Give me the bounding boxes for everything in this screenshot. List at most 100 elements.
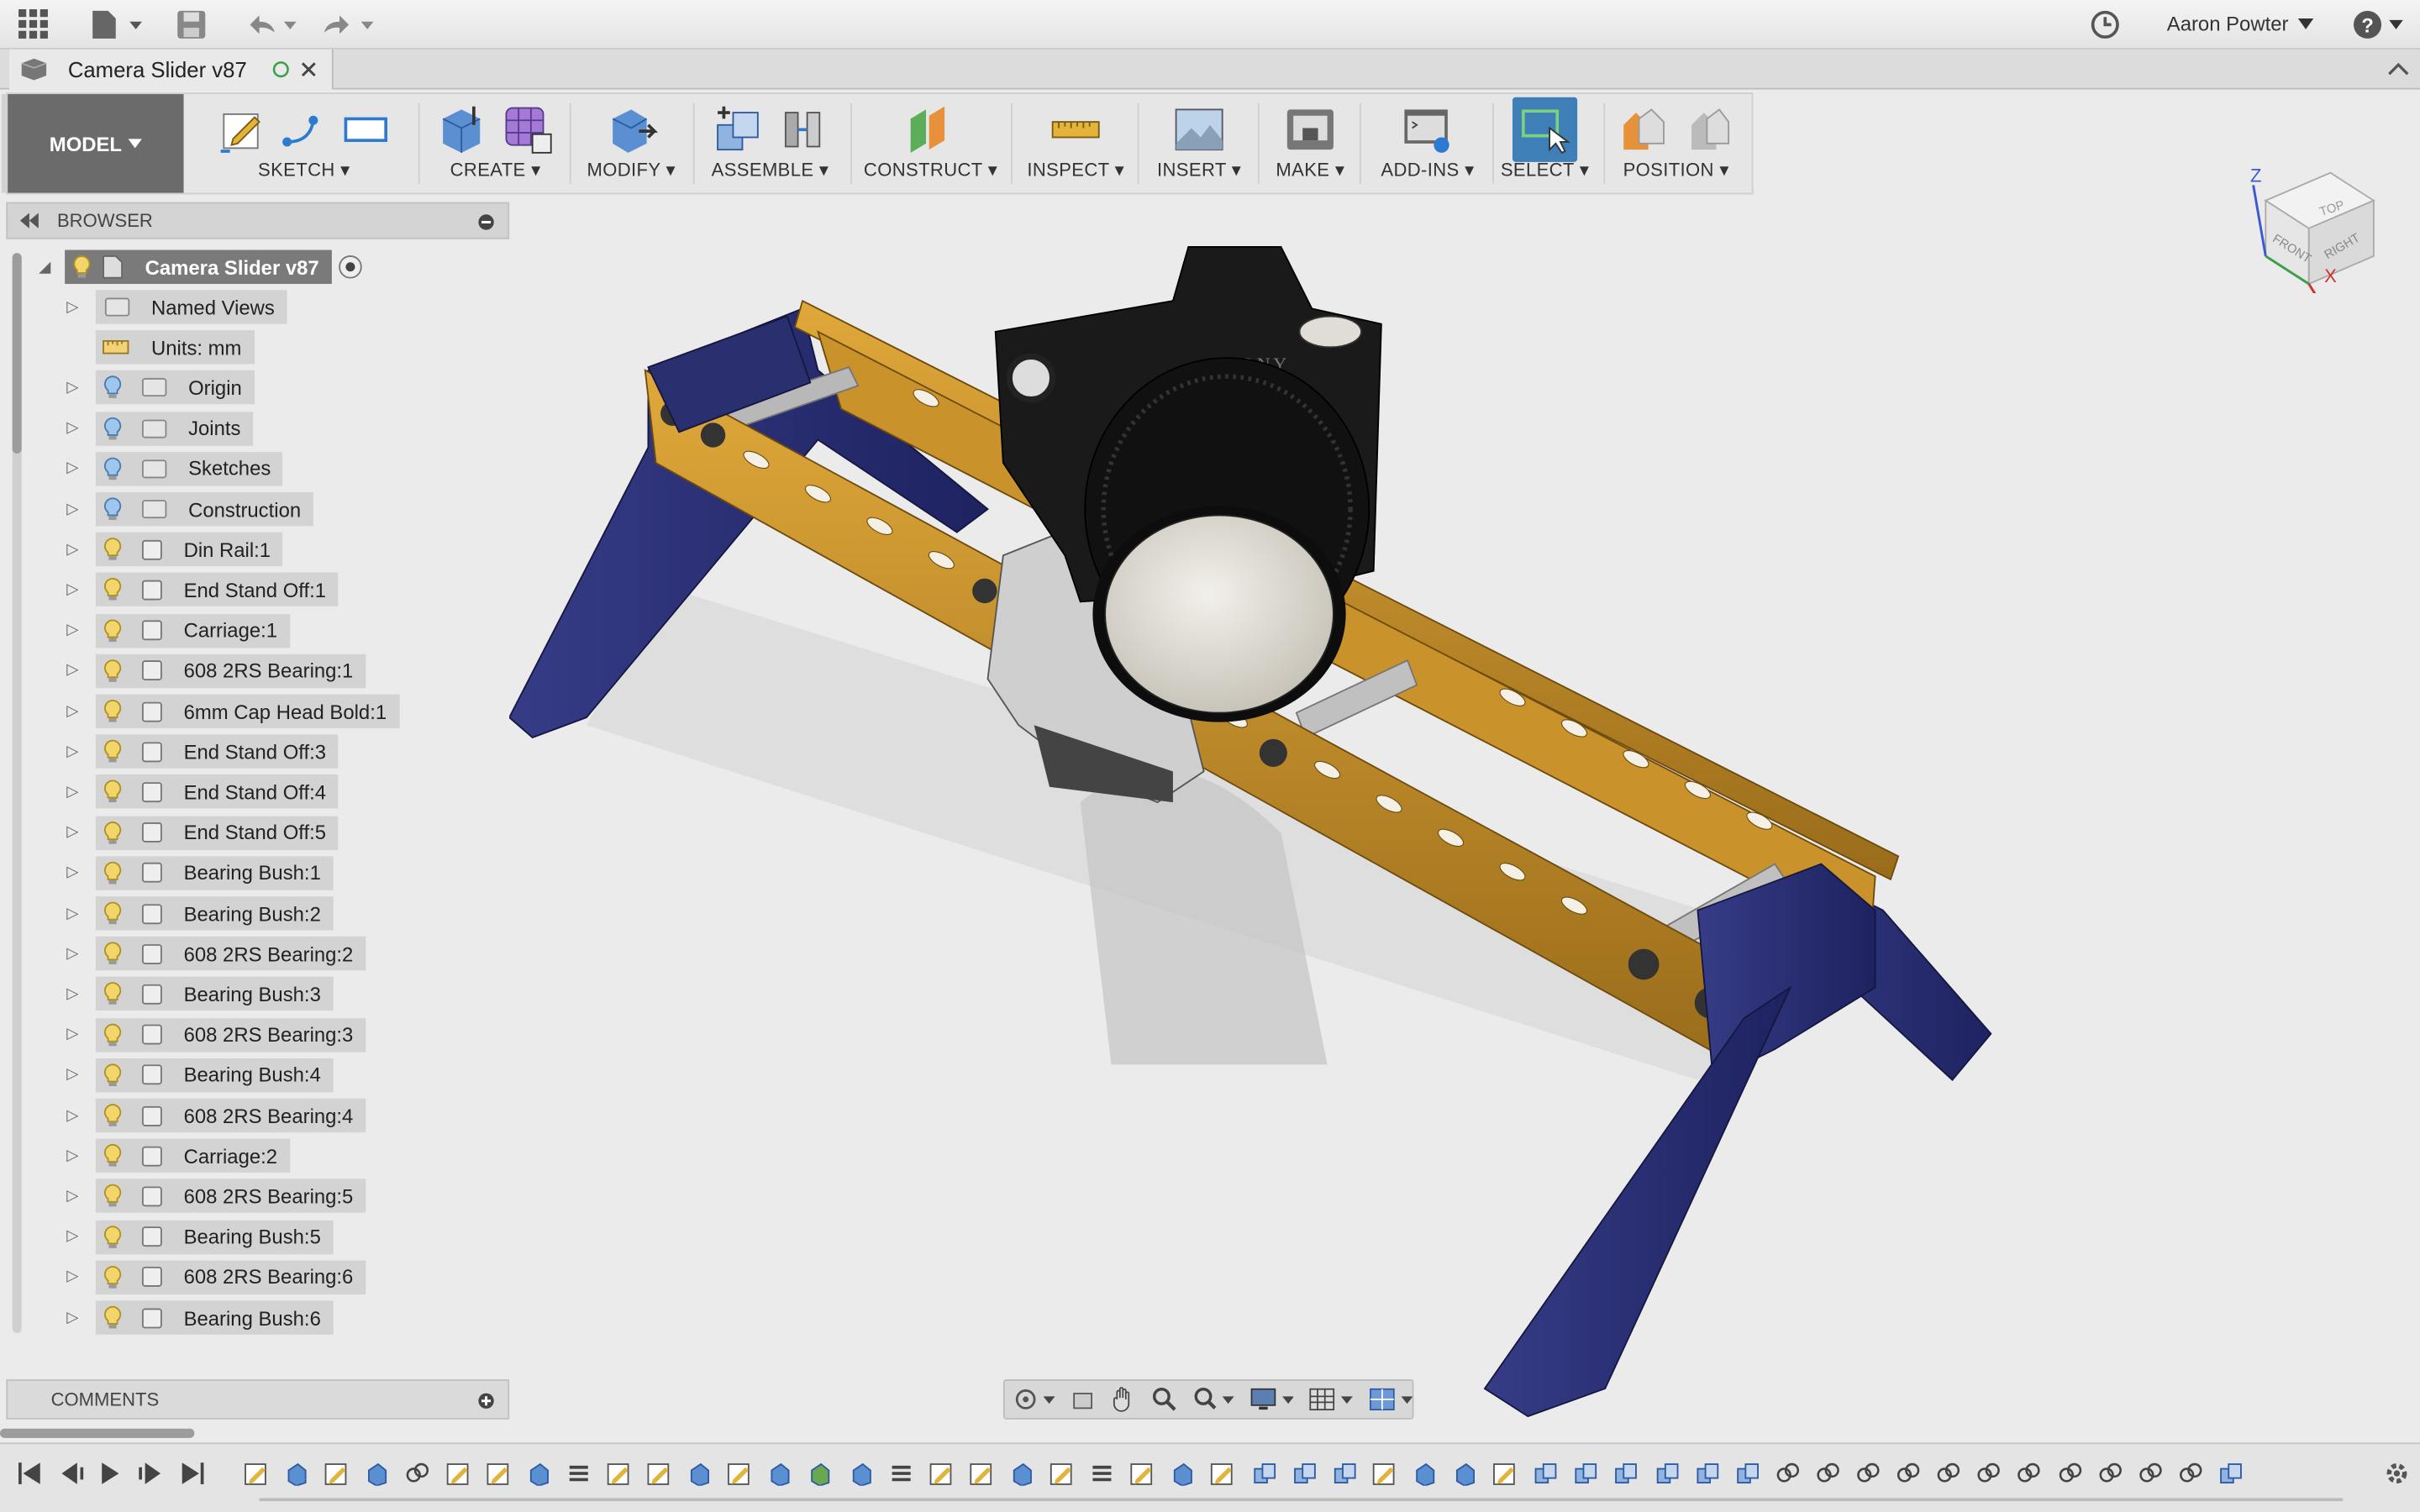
joint-icon[interactable]	[776, 103, 829, 155]
timeline-sketch-feature-icon[interactable]	[1492, 1461, 1517, 1485]
visibility-bulb-icon[interactable]	[102, 942, 124, 966]
expand-arrow-icon[interactable]: ▷	[61, 377, 83, 399]
visibility-bulb-icon[interactable]	[102, 496, 124, 521]
timeline-component-feature-icon[interactable]	[1533, 1461, 1557, 1485]
visibility-bulb-icon[interactable]	[102, 375, 124, 400]
activate-radio-icon[interactable]	[338, 255, 362, 279]
expand-arrow-icon[interactable]: ▷	[61, 781, 83, 803]
tree-node[interactable]: End Stand Off:5	[95, 815, 339, 850]
tree-node[interactable]: Din Rail:1	[95, 533, 283, 567]
select-group[interactable]: SELECT ▾	[1496, 94, 1595, 193]
tree-item[interactable]: ▷ Bearing Bush:5	[61, 1220, 334, 1254]
visibility-bulb-icon[interactable]	[102, 1225, 124, 1249]
timeline-extrude-feature-icon[interactable]	[526, 1461, 550, 1486]
capture-position-icon[interactable]	[1618, 103, 1670, 155]
timeline-joint-feature-icon[interactable]	[1976, 1461, 2001, 1485]
timeline-component-feature-icon[interactable]	[1332, 1461, 1356, 1485]
expand-arrow-icon[interactable]: ▷	[61, 1024, 83, 1046]
tree-node[interactable]: 608 2RS Bearing:2	[95, 937, 366, 971]
tree-item[interactable]: ▷ 608 2RS Bearing:4	[61, 1098, 366, 1133]
line-icon[interactable]	[279, 105, 329, 155]
timeline-sketch-feature-icon[interactable]	[244, 1461, 268, 1485]
timeline-comp-feature-icon[interactable]	[808, 1461, 832, 1486]
modify-group[interactable]: MODIFY ▾	[576, 94, 687, 193]
tree-node[interactable]: 608 2RS Bearing:6	[95, 1260, 366, 1294]
display-settings-icon[interactable]	[1249, 1385, 1294, 1413]
select-button[interactable]	[1512, 97, 1578, 162]
tree-node[interactable]: Bearing Bush:6	[95, 1300, 334, 1335]
timeline-joint-feature-icon[interactable]	[1855, 1461, 1880, 1485]
expand-arrow-icon[interactable]: ▷	[61, 701, 83, 722]
timeline-settings-gear-icon[interactable]	[2383, 1460, 2411, 1488]
app-grid-icon[interactable]	[18, 9, 50, 40]
expand-arrow-icon[interactable]: ▷	[61, 741, 83, 763]
press-pull-icon[interactable]	[605, 103, 658, 155]
visibility-bulb-icon[interactable]	[102, 1063, 124, 1087]
timeline-component-feature-icon[interactable]	[1292, 1461, 1316, 1485]
tree-item[interactable]: ▷ 6mm Cap Head Bold:1	[61, 694, 399, 728]
tree-item[interactable]: ▷ Bearing Bush:6	[61, 1300, 334, 1335]
undo-icon[interactable]	[244, 9, 305, 40]
visibility-bulb-icon[interactable]	[102, 901, 124, 926]
timeline-joint-feature-icon[interactable]	[2096, 1461, 2122, 1485]
timeline-sketch-feature-icon[interactable]	[1130, 1461, 1155, 1485]
inspect-group[interactable]: INSPECT ▾	[1017, 94, 1134, 193]
visibility-bulb-icon[interactable]	[102, 1184, 124, 1208]
visibility-bulb-icon[interactable]	[102, 1143, 124, 1168]
tree-node[interactable]: Origin	[95, 370, 255, 405]
visibility-bulb-icon[interactable]	[102, 416, 124, 440]
expand-arrow-icon[interactable]: ▷	[61, 1145, 83, 1167]
visibility-bulb-icon[interactable]	[102, 699, 124, 723]
horizontal-scrollbar-thumb[interactable]	[0, 1428, 195, 1438]
root-node[interactable]: Camera Slider v87	[65, 249, 332, 284]
tree-node[interactable]: Bearing Bush:2	[95, 896, 334, 931]
tree-node[interactable]: Carriage:1	[95, 613, 290, 648]
timeline-mirror-feature-icon[interactable]	[848, 1461, 872, 1486]
timeline-coil-feature-icon[interactable]	[888, 1461, 913, 1485]
position-group[interactable]: POSITION ▾	[1610, 94, 1743, 193]
browser-scrollbar[interactable]	[12, 253, 22, 1333]
expand-arrow-icon[interactable]: ▷	[61, 538, 83, 560]
timeline-extrude-feature-icon[interactable]	[1452, 1461, 1476, 1486]
offset-plane-icon[interactable]	[904, 103, 956, 155]
tree-item[interactable]: Units: mm	[61, 330, 255, 365]
insert-image-icon[interactable]	[1173, 103, 1225, 155]
tree-item[interactable]: ▷ 608 2RS Bearing:1	[61, 654, 366, 688]
tree-node[interactable]: Sketches	[95, 451, 284, 486]
construct-group[interactable]: CONSTRUCT ▾	[856, 94, 1004, 193]
expand-arrow-icon[interactable]: ▷	[61, 1064, 83, 1086]
tree-item[interactable]: ▷ Bearing Bush:3	[61, 977, 334, 1011]
tree-item[interactable]: ▷ Bearing Bush:4	[61, 1058, 334, 1093]
timeline-joint-feature-icon[interactable]	[1775, 1461, 1799, 1485]
timeline-extrude-feature-icon[interactable]	[1412, 1461, 1436, 1486]
timeline-component-feature-icon[interactable]	[1251, 1461, 1276, 1485]
visibility-bulb-icon[interactable]	[102, 739, 124, 764]
tree-node[interactable]: Joints	[95, 411, 254, 446]
tree-node[interactable]: Bearing Bush:5	[95, 1220, 334, 1254]
timeline-joint-feature-icon[interactable]	[405, 1461, 429, 1485]
save-icon[interactable]	[176, 9, 207, 40]
visibility-bulb-icon[interactable]	[102, 1265, 124, 1289]
scripts-addins-icon[interactable]	[1402, 103, 1454, 155]
expand-arrow-icon[interactable]: ▷	[61, 1226, 83, 1247]
create-sketch-icon[interactable]	[218, 105, 267, 155]
timeline-coil-feature-icon[interactable]	[1090, 1461, 1114, 1485]
viewports-icon[interactable]	[1368, 1385, 1413, 1413]
rectangle-icon[interactable]	[341, 105, 391, 155]
tree-item[interactable]: ▷ End Stand Off:3	[61, 734, 339, 769]
tree-item[interactable]: ▷ Sketches	[61, 451, 284, 486]
timeline-component-feature-icon[interactable]	[1694, 1461, 1718, 1485]
tree-item[interactable]: ▷ End Stand Off:1	[61, 573, 339, 607]
visibility-bulb-icon[interactable]	[102, 1022, 124, 1047]
timeline-extrude-feature-icon[interactable]	[687, 1461, 712, 1486]
tree-root[interactable]: ◢ Camera Slider v87	[34, 249, 362, 284]
user-menu[interactable]: Aaron Powter	[2167, 13, 2313, 35]
minimize-panel-icon[interactable]	[477, 213, 496, 231]
timeline-joint-feature-icon[interactable]	[1896, 1461, 1920, 1485]
tree-item[interactable]: ▷ Origin	[61, 370, 255, 405]
tree-item[interactable]: ▷ Carriage:1	[61, 613, 290, 648]
timeline-revolve-feature-icon[interactable]	[1009, 1461, 1034, 1486]
tree-node[interactable]: End Stand Off:4	[95, 774, 339, 810]
visibility-bulb-icon[interactable]	[102, 982, 124, 1006]
timeline-extrude-feature-icon[interactable]	[1171, 1461, 1195, 1486]
